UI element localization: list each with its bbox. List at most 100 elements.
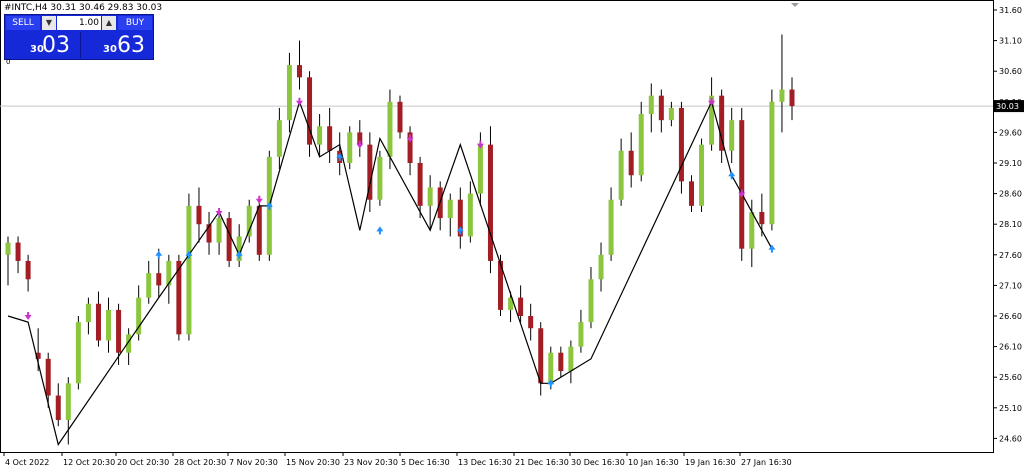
chart-shift-icon [791, 3, 799, 7]
x-tick-label: 21 Dec 16:30 [515, 458, 569, 467]
up-arrow-icon [768, 244, 776, 253]
bull-candle [286, 65, 292, 121]
buy-price-prefix: 30 [103, 44, 117, 55]
x-tick-label: 5 Dec 16:30 [401, 458, 450, 467]
bull-candle [186, 205, 192, 335]
bull-candle [699, 144, 705, 206]
bull-candle [638, 114, 644, 176]
bear-candle [25, 260, 31, 280]
bull-candle [588, 279, 594, 323]
bull-candle [477, 144, 483, 194]
bull-candle [749, 211, 755, 249]
one-click-trading-panel: SELL ▼ 1.00 ▲ BUY 30 03 30 63 [4, 14, 154, 60]
bear-candle [15, 242, 21, 261]
bull-candle [85, 303, 91, 323]
bull-candle [568, 346, 574, 372]
down-arrow-icon [295, 97, 303, 106]
bear-candle [116, 309, 122, 353]
y-tick-label: 31.60 [999, 6, 1022, 15]
x-tick-label: 15 Nov 20:30 [286, 458, 340, 467]
bull-candle [317, 126, 323, 145]
symbol-header: #INTC,H4 30.31 30.46 29.83 30.03 [4, 3, 163, 13]
bear-candle [688, 181, 694, 206]
y-tick-label: 25.10 [999, 404, 1022, 413]
bull-candle [618, 150, 624, 200]
bull-candle [548, 352, 554, 384]
bear-candle [628, 150, 634, 176]
x-tick-label: 12 Oct 20:30 [63, 458, 115, 467]
x-tick-label: 4 Oct 2022 [5, 458, 49, 467]
bull-candle [377, 156, 383, 200]
bull-candle [276, 120, 282, 157]
bull-candle [467, 193, 473, 237]
bear-candle [196, 205, 202, 225]
bull-candle [779, 89, 785, 102]
plot-frame [0, 0, 994, 453]
sell-button[interactable]: SELL [6, 16, 40, 30]
y-tick-label: 29.60 [999, 128, 1022, 137]
x-tick-label: 7 Nov 20:30 [229, 458, 278, 467]
x-tick-label: 13 Dec 16:30 [458, 458, 512, 467]
x-tick-label: 30 Dec 16:30 [571, 458, 625, 467]
bear-candle [327, 126, 333, 151]
lot-size-input[interactable]: 1.00 [57, 16, 101, 30]
bear-candle [95, 303, 101, 341]
lot-increase-icon[interactable]: ▲ [102, 16, 116, 30]
bear-candle [719, 95, 725, 151]
chart-window[interactable]: 31.6031.1030.6030.1029.6029.1028.6028.10… [0, 0, 1024, 469]
y-tick-label: 28.10 [999, 220, 1022, 229]
down-arrow-icon [255, 195, 263, 204]
y-tick-label: 25.60 [999, 373, 1022, 382]
bear-candle [55, 395, 61, 421]
bull-candle [106, 309, 112, 341]
bear-candle [558, 352, 564, 372]
bear-candle [538, 328, 544, 384]
bull-candle [347, 132, 353, 163]
buy-price-pips: 63 [117, 33, 145, 58]
up-arrow-icon [728, 171, 736, 180]
bull-candle [5, 242, 11, 255]
y-tick-label: 27.10 [999, 281, 1022, 290]
bear-candle [226, 218, 232, 261]
down-arrow-icon [24, 312, 32, 320]
bull-candle [769, 101, 775, 225]
lot-decrease-icon[interactable]: ▼ [42, 16, 56, 30]
bull-candle [447, 199, 453, 219]
bull-candle [216, 218, 222, 243]
x-tick-label: 20 Oct 20:30 [117, 458, 169, 467]
bear-candle [296, 65, 302, 78]
buy-price-quote[interactable]: 30 63 [80, 32, 153, 58]
bear-candle [759, 211, 765, 225]
bull-candle [729, 120, 735, 151]
x-tick-label: 19 Jan 16:30 [685, 458, 736, 467]
bull-candle [668, 107, 674, 121]
y-tick-label: 30.60 [999, 67, 1022, 76]
volume-zero-label: 0 [6, 58, 11, 66]
bear-candle [45, 358, 51, 396]
bull-candle [648, 95, 654, 115]
sell-price-pips: 03 [42, 33, 70, 58]
bull-candle [578, 322, 584, 347]
current-price-label: 30.03 [996, 102, 1019, 111]
bull-candle [146, 273, 152, 298]
up-arrow-icon [376, 226, 384, 235]
bull-candle [65, 383, 71, 421]
y-tick-label: 31.10 [999, 37, 1022, 46]
y-tick-label: 29.10 [999, 159, 1022, 168]
x-tick-label: 28 Oct 20:30 [174, 458, 226, 467]
x-tick-label: 27 Jan 16:30 [741, 458, 792, 467]
y-tick-label: 26.10 [999, 343, 1022, 352]
bear-candle [789, 89, 795, 107]
sell-price-quote[interactable]: 30 03 [6, 32, 78, 58]
buy-button[interactable]: BUY [118, 16, 152, 30]
bear-candle [528, 316, 534, 329]
y-tick-label: 24.60 [999, 434, 1022, 443]
price-chart[interactable]: 31.6031.1030.6030.1029.6029.1028.6028.10… [0, 0, 1024, 469]
bear-candle [739, 120, 745, 249]
bull-candle [75, 322, 81, 384]
bear-candle [487, 144, 493, 261]
x-tick-label: 10 Jan 16:30 [628, 458, 679, 467]
bull-candle [598, 254, 604, 280]
bull-candle [427, 187, 433, 206]
x-tick-label: 23 Nov 20:30 [344, 458, 398, 467]
